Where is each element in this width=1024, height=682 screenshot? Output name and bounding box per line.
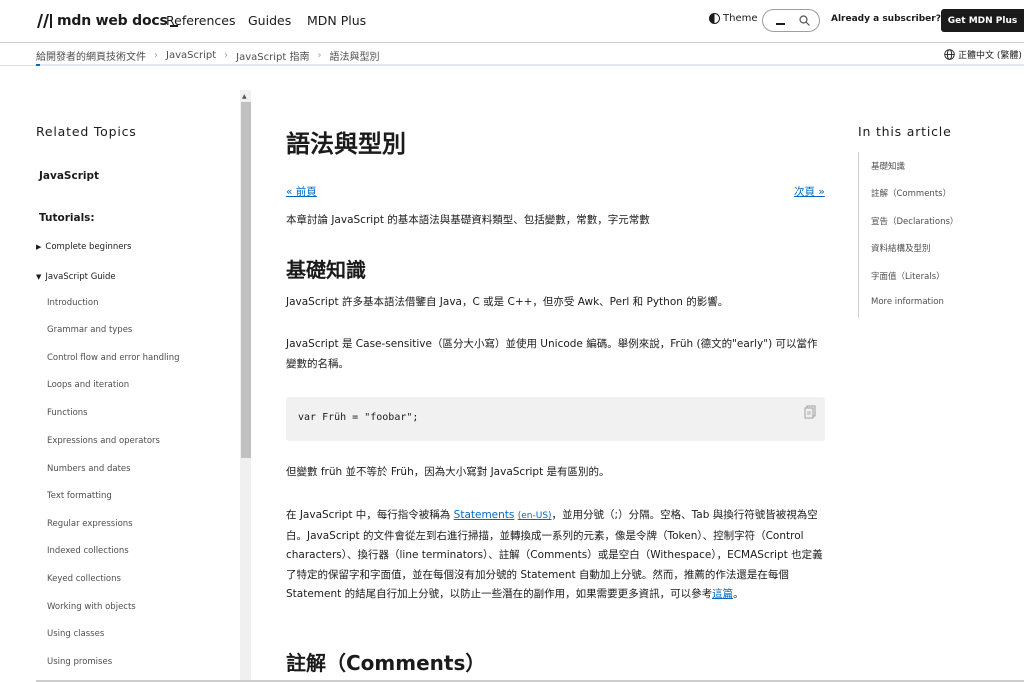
breadcrumb-item[interactable]: 給開發者的網頁技術文件 — [36, 48, 146, 63]
chevron-right-icon: › — [317, 50, 322, 61]
theme-label: Theme — [723, 13, 758, 24]
theme-toggle[interactable]: Theme — [709, 13, 758, 24]
language-switcher[interactable]: 正體中文 (繁體) — [944, 48, 1022, 61]
search-caret — [776, 23, 785, 25]
theme-icon — [709, 13, 720, 24]
copy-icon[interactable] — [804, 405, 816, 419]
login-link[interactable]: Already a subscriber? — [831, 14, 941, 24]
toc-rail — [858, 152, 859, 318]
next-page-link[interactable]: 次頁 » — [794, 184, 825, 199]
language-label: 正體中文 (繁體) — [958, 51, 1022, 61]
sidebar-item-text-formatting[interactable]: Text formatting — [47, 491, 112, 501]
sidebar-heading: Related Topics — [36, 124, 137, 139]
nav-mdn-plus[interactable]: MDN Plus — [307, 13, 366, 28]
toc-item-more-information[interactable]: More information — [871, 297, 944, 307]
paragraph-text: 。 — [733, 588, 744, 600]
breadcrumb-bar: 給開發者的網頁技術文件 › JavaScript › JavaScript 指南… — [0, 44, 1024, 66]
toc-item-data-types[interactable]: 資料結構及型別 — [871, 242, 931, 254]
search-input[interactable] — [762, 9, 820, 32]
scroll-up-arrow-icon[interactable]: ▲ — [242, 93, 247, 100]
section-heading-basics: 基礎知識 — [286, 258, 366, 282]
sidebar-item-working-with-objects[interactable]: Working with objects — [47, 602, 136, 612]
sidebar-item-numbers-dates[interactable]: Numbers and dates — [47, 464, 131, 474]
statements-paragraph: 在 JavaScript 中，每行指令被稱為 Statements (en-US… — [286, 506, 826, 605]
sidebar-group-label: JavaScript Guide — [45, 272, 116, 282]
search-icon[interactable] — [799, 15, 810, 26]
sidebar-item-using-classes[interactable]: Using classes — [47, 629, 104, 639]
sidebar: Related Topics JavaScript Tutorials: ▶ C… — [0, 90, 240, 682]
sidebar-item-using-promises[interactable]: Using promises — [47, 657, 112, 667]
sidebar-item-introduction[interactable]: Introduction — [47, 298, 98, 308]
toc-heading: In this article — [858, 124, 952, 139]
triangle-down-icon: ▼ — [36, 273, 42, 281]
sidebar-item-loops[interactable]: Loops and iteration — [47, 380, 129, 390]
statements-link-en-us[interactable]: (en-US) — [518, 511, 552, 521]
sidebar-tutorials-label: Tutorials: — [39, 212, 95, 224]
page-title: 語法與型別 — [286, 130, 406, 158]
sidebar-item-grammar-and-types[interactable]: Grammar and types — [47, 325, 132, 335]
nav-guides[interactable]: Guides — [248, 13, 291, 28]
paragraph-text: 在 JavaScript 中，每行指令被稱為 — [286, 509, 454, 521]
breadcrumb-item[interactable]: JavaScript — [166, 50, 216, 61]
intro-paragraph: 本章討論 JavaScript 的基本語法與基礎資料類型、包括變數，常數，字元常… — [286, 214, 650, 226]
chevron-right-icon: › — [154, 50, 158, 61]
sidebar-group-label: Complete beginners — [45, 242, 132, 252]
code-text: var Früh = "foobar"; — [298, 412, 419, 423]
paragraph: JavaScript 許多基本語法借鑒自 Java，C 或是 C++，但亦受 A… — [286, 296, 729, 308]
logo-text: mdn web docs — [57, 13, 168, 29]
sidebar-item-indexed-collections[interactable]: Indexed collections — [47, 546, 129, 556]
get-mdn-plus-button[interactable]: Get MDN Plus — [941, 9, 1024, 32]
breadcrumb-item-current[interactable]: 語法與型別 — [329, 48, 379, 63]
sidebar-scrollbar-thumb[interactable] — [241, 102, 251, 458]
top-navigation: mdn web docs References Guides MDN Plus … — [0, 0, 1024, 43]
sidebar-group-complete-beginners[interactable]: ▶ Complete beginners — [36, 242, 131, 252]
mdn-logo[interactable]: mdn web docs — [36, 12, 178, 30]
breadcrumb-item[interactable]: JavaScript 指南 — [236, 48, 309, 63]
sidebar-item-keyed-collections[interactable]: Keyed collections — [47, 574, 121, 584]
paragraph-text: ，並用分號（;）分隔。空格、Tab 與換行符號皆被視為空白。JavaScript… — [286, 509, 823, 600]
mdn-logo-icon — [37, 14, 52, 28]
toc-item-literals[interactable]: 字面值（Literals） — [871, 270, 945, 282]
triangle-right-icon: ▶ — [36, 243, 42, 251]
breadcrumb: 給開發者的網頁技術文件 › JavaScript › JavaScript 指南… — [36, 48, 379, 63]
reading-progress-track — [36, 64, 1024, 66]
sidebar-item-expressions[interactable]: Expressions and operators — [47, 436, 160, 446]
reading-progress-fill — [36, 64, 40, 66]
sidebar-item-functions[interactable]: Functions — [47, 408, 88, 418]
chevron-right-icon: › — [224, 50, 229, 61]
paragraph: JavaScript 是 Case-sensitive（區分大小寫）並使用 Un… — [286, 338, 818, 370]
globe-icon — [944, 49, 955, 60]
section-heading-comments: 註解（Comments） — [286, 651, 486, 675]
sidebar-item-javascript[interactable]: JavaScript — [39, 170, 99, 182]
paragraph: 但變數 früh 並不等於 Früh，因為大小寫對 JavaScript 是有區… — [286, 466, 610, 478]
sidebar-group-javascript-guide[interactable]: ▼ JavaScript Guide — [36, 272, 116, 282]
prev-page-link[interactable]: « 前頁 — [286, 184, 317, 199]
statements-link[interactable]: Statements — [454, 509, 515, 521]
nav-references[interactable]: References — [166, 13, 235, 28]
reference-link[interactable]: 這篇 — [712, 588, 733, 600]
toc-item-basics[interactable]: 基礎知識 — [871, 160, 905, 172]
toc-item-comments[interactable]: 註解（Comments） — [871, 187, 951, 199]
code-block: var Früh = "foobar"; — [286, 397, 825, 441]
toc-item-declarations[interactable]: 宣告（Declarations） — [871, 215, 958, 227]
sidebar-item-regular-expressions[interactable]: Regular expressions — [47, 519, 133, 529]
sidebar-item-control-flow[interactable]: Control flow and error handling — [47, 353, 180, 363]
